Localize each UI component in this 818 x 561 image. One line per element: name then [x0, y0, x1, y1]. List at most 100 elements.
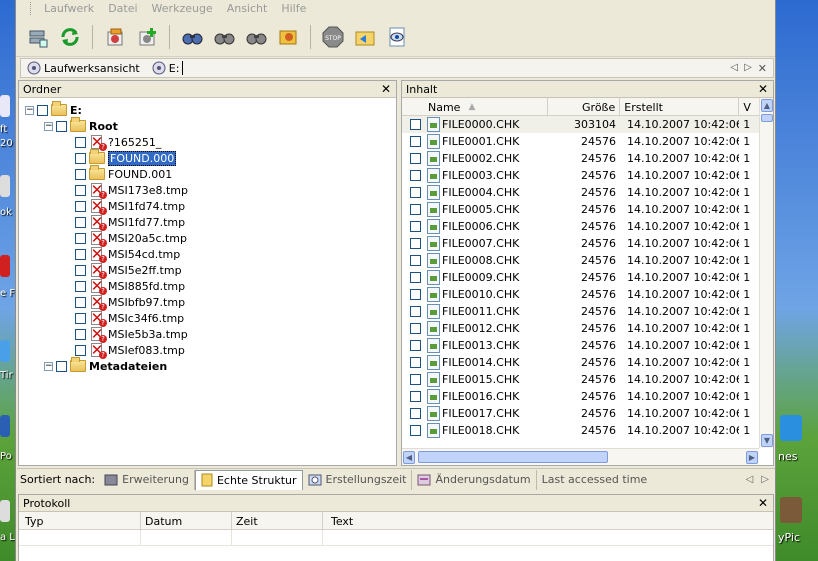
view-button[interactable]	[383, 23, 411, 51]
file-checkbox[interactable]	[410, 289, 421, 300]
column-size[interactable]: Größe	[548, 98, 621, 116]
file-row[interactable]: FILE0013.CHK 24576 14.10.2007 10:42:06 1	[402, 337, 759, 354]
file-row[interactable]: FILE0012.CHK 24576 14.10.2007 10:42:06 1	[402, 320, 759, 337]
sort-tab-modified-date[interactable]: Änderungsdatum	[412, 469, 537, 490]
open-image-button[interactable]	[101, 23, 129, 51]
menu-werkzeuge[interactable]: Werkzeuge	[145, 2, 220, 15]
tree-item[interactable]: FOUND.000	[63, 149, 177, 166]
tree-item[interactable]: FOUND.001	[63, 165, 172, 182]
tree-item[interactable]: ✕? MSIbfb97.tmp	[63, 294, 185, 311]
file-checkbox[interactable]	[410, 391, 421, 402]
sort-nav-back-icon[interactable]: ◁	[746, 474, 754, 485]
refresh-button[interactable]	[56, 23, 84, 51]
tree-checkbox[interactable]	[75, 344, 86, 356]
tree-expander-icon[interactable]: −	[44, 121, 53, 131]
file-row[interactable]: FILE0004.CHK 24576 14.10.2007 10:42:06 1	[402, 184, 759, 201]
desktop-icon-right-1[interactable]	[780, 415, 802, 441]
file-row[interactable]: FILE0017.CHK 24576 14.10.2007 10:42:06 1	[402, 405, 759, 422]
desktop-icon-1[interactable]	[0, 95, 10, 117]
scroll-down-icon[interactable]: ▼	[761, 434, 773, 447]
tree-item[interactable]: ✕? MSIe5b3a.tmp	[63, 326, 188, 343]
tree-item[interactable]: ✕? MSI173e8.tmp	[63, 182, 188, 199]
nav-forward-icon[interactable]: ▷	[744, 62, 752, 75]
sort-tab-extension[interactable]: Erweiterung	[99, 469, 195, 490]
tree-item[interactable]: ✕? MSI54cd.tmp	[63, 246, 180, 263]
file-row[interactable]: FILE0016.CHK 24576 14.10.2007 10:42:06 1	[402, 388, 759, 405]
menu-hilfe[interactable]: Hilfe	[274, 2, 313, 15]
sort-nav-forward-icon[interactable]: ▷	[761, 474, 769, 485]
file-row[interactable]: FILE0002.CHK 24576 14.10.2007 10:42:06 1	[402, 150, 759, 167]
tree-checkbox[interactable]	[75, 328, 86, 340]
sort-tab-last-accessed[interactable]: Last accessed time	[537, 470, 653, 490]
column-extra[interactable]: V	[739, 98, 759, 116]
tree-checkbox[interactable]	[37, 104, 48, 116]
file-checkbox[interactable]	[410, 323, 421, 334]
file-row[interactable]: FILE0008.CHK 24576 14.10.2007 10:42:06 1	[402, 252, 759, 269]
menu-datei[interactable]: Datei	[101, 2, 144, 15]
tree-checkbox[interactable]	[75, 312, 86, 324]
file-checkbox[interactable]	[410, 238, 421, 249]
tree-item[interactable]: ✕? ?165251_	[63, 134, 161, 151]
address-input[interactable]	[182, 61, 186, 75]
address-close-icon[interactable]: ✕	[758, 62, 767, 75]
tree-checkbox[interactable]	[75, 200, 86, 212]
file-checkbox[interactable]	[410, 272, 421, 283]
tree-checkbox[interactable]	[75, 248, 86, 260]
nav-back-icon[interactable]: ◁	[730, 62, 738, 75]
tree-checkbox[interactable]	[75, 232, 86, 244]
file-checkbox[interactable]	[410, 221, 421, 232]
file-row[interactable]: FILE0010.CHK 24576 14.10.2007 10:42:06 1	[402, 286, 759, 303]
file-checkbox[interactable]	[410, 136, 421, 147]
scroll-left-icon[interactable]: ◀	[403, 451, 415, 464]
tree-item[interactable]: ✕? MSI1fd77.tmp	[63, 214, 185, 231]
file-row[interactable]: FILE0000.CHK 303104 14.10.2007 10:42:06 1	[402, 116, 759, 133]
log-column-text[interactable]: Text	[323, 512, 773, 530]
tree-checkbox[interactable]	[56, 120, 67, 132]
sort-tab-true-structure[interactable]: Echte Struktur	[194, 469, 303, 490]
column-created[interactable]: Erstellt	[620, 98, 740, 116]
search-button[interactable]	[178, 23, 206, 51]
menu-laufwerk[interactable]: Laufwerk	[37, 2, 101, 15]
tree-checkbox[interactable]	[75, 280, 86, 292]
desktop-icon-2[interactable]	[0, 175, 10, 197]
scroll-right-icon[interactable]: ▶	[746, 451, 758, 464]
tree-checkbox[interactable]	[75, 296, 86, 308]
log-column-date[interactable]: Datum	[141, 512, 232, 530]
tree-item[interactable]: ✕? MSI1fd74.tmp	[63, 198, 185, 215]
file-row[interactable]: FILE0009.CHK 24576 14.10.2007 10:42:06 1	[402, 269, 759, 286]
file-row[interactable]: FILE0015.CHK 24576 14.10.2007 10:42:06 1	[402, 371, 759, 388]
file-checkbox[interactable]	[410, 204, 421, 215]
drives-button[interactable]	[24, 23, 52, 51]
file-checkbox[interactable]	[410, 425, 421, 436]
desktop-icon-right-2[interactable]	[780, 497, 802, 523]
desktop-icon-4[interactable]	[0, 340, 10, 362]
file-row[interactable]: FILE0007.CHK 24576 14.10.2007 10:42:06 1	[402, 235, 759, 252]
tree-checkbox[interactable]	[75, 168, 86, 180]
tree-expander-icon[interactable]: −	[44, 361, 53, 371]
file-checkbox[interactable]	[410, 340, 421, 351]
content-pane-close-icon[interactable]: ✕	[758, 82, 768, 96]
folders-pane-close-icon[interactable]: ✕	[381, 82, 391, 96]
tree-checkbox[interactable]	[75, 136, 86, 148]
tree-item[interactable]: ✕? MSI5e2ff.tmp	[63, 262, 182, 279]
scroll-thumb[interactable]	[761, 114, 773, 122]
file-row[interactable]: FILE0001.CHK 24576 14.10.2007 10:42:06 1	[402, 133, 759, 150]
search-next-button[interactable]	[210, 23, 238, 51]
file-row[interactable]: FILE0014.CHK 24576 14.10.2007 10:42:06 1	[402, 354, 759, 371]
tree-item[interactable]: ✕? MSIef083.tmp	[63, 342, 185, 359]
desktop-icon-3[interactable]	[0, 255, 10, 277]
tree-checkbox[interactable]	[75, 184, 86, 196]
file-row[interactable]: FILE0018.CHK 24576 14.10.2007 10:42:06 1	[402, 422, 759, 439]
file-row[interactable]: FILE0005.CHK 24576 14.10.2007 10:42:06 1	[402, 201, 759, 218]
desktop-icon-5[interactable]	[0, 415, 10, 437]
tree-checkbox[interactable]	[56, 360, 67, 372]
file-checkbox[interactable]	[410, 357, 421, 368]
file-row[interactable]: FILE0011.CHK 24576 14.10.2007 10:42:06 1	[402, 303, 759, 320]
horizontal-scroll-thumb[interactable]	[418, 451, 608, 463]
log-column-type[interactable]: Typ	[19, 512, 141, 530]
tree-item[interactable]: ✕? MSI20a5c.tmp	[63, 230, 187, 247]
file-checkbox[interactable]	[410, 306, 421, 317]
tab-drive-view[interactable]: Laufwerksansicht	[21, 59, 146, 77]
create-image-button[interactable]	[133, 23, 161, 51]
vertical-scrollbar[interactable]: ▲ ▼	[759, 98, 773, 448]
